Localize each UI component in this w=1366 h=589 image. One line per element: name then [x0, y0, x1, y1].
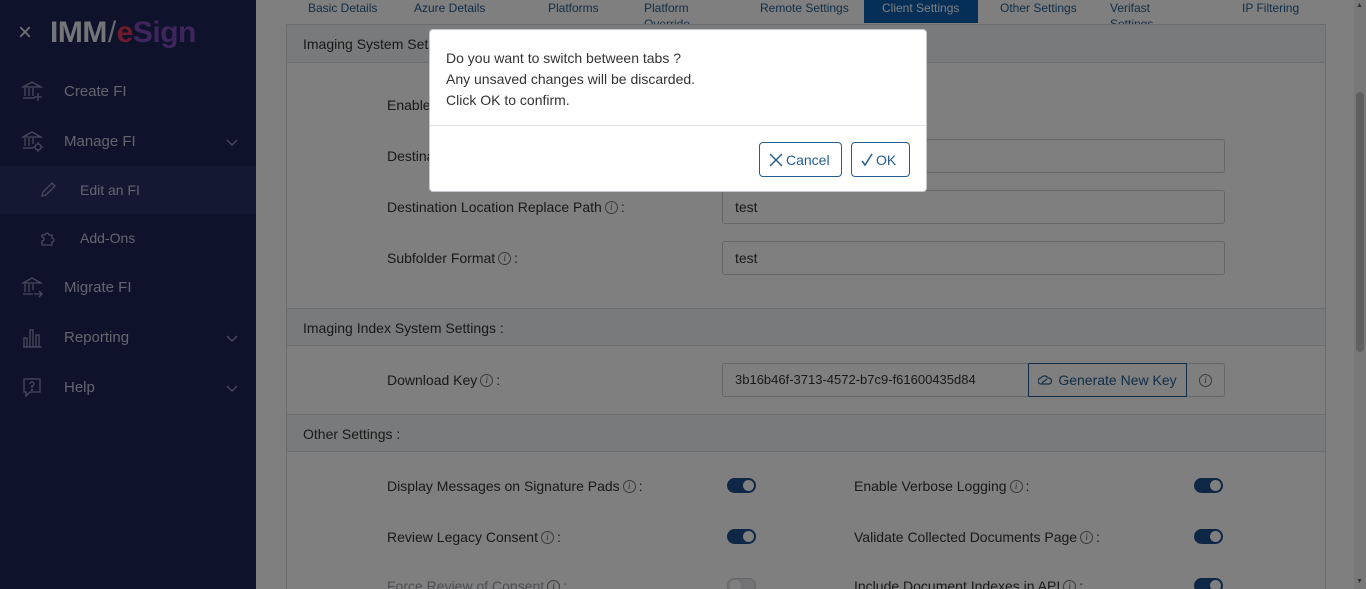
dialog-message-line-2: Any unsaved changes will be discarded. — [446, 71, 696, 87]
confirm-switch-tab-dialog: Do you want to switch between tabs ? Any… — [429, 29, 927, 192]
dialog-message-line-1: Do you want to switch between tabs ? — [446, 50, 682, 66]
dialog-message-line-3: Click OK to confirm. — [446, 92, 570, 108]
dialog-footer: Cancel OK — [759, 142, 910, 177]
dialog-body: Do you want to switch between tabs ? Any… — [430, 30, 926, 126]
close-icon — [768, 152, 786, 168]
check-icon — [860, 153, 876, 167]
cancel-button[interactable]: Cancel — [759, 142, 842, 177]
ok-button[interactable]: OK — [851, 142, 910, 177]
